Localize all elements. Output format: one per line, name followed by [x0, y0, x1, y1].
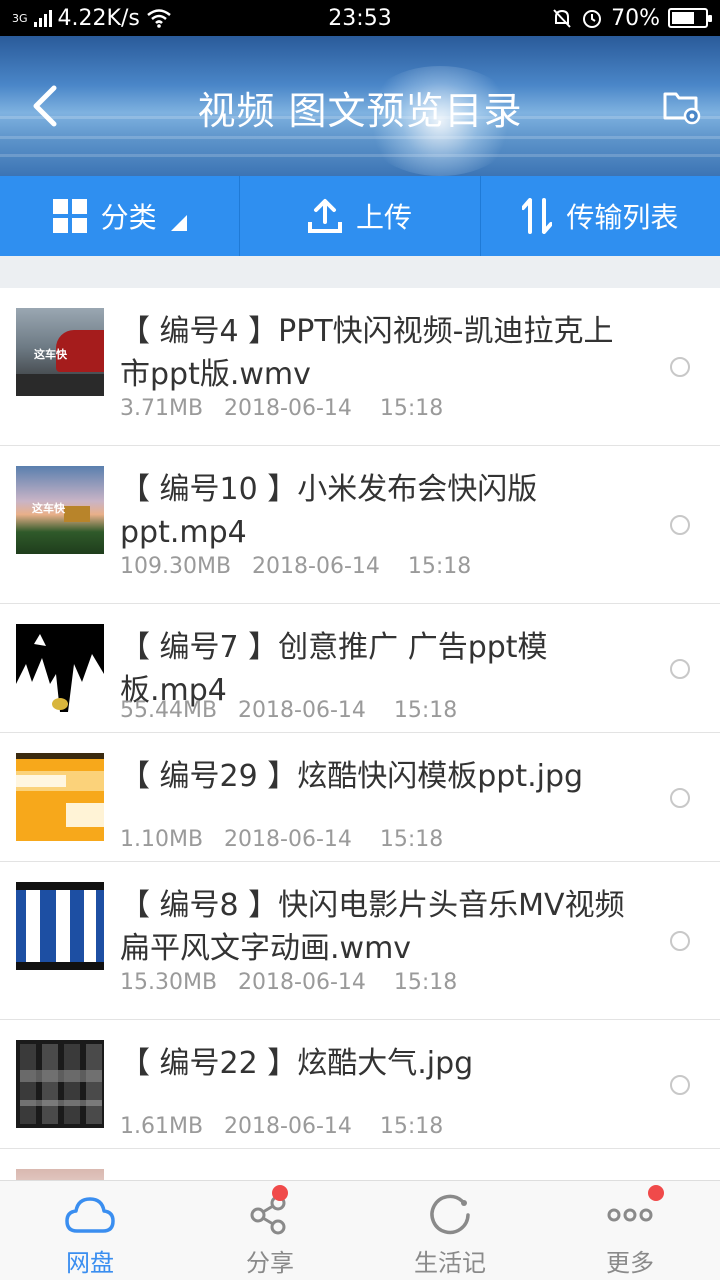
status-bar: 3G 4.22K/s 23:53 70%: [0, 0, 720, 36]
category-button[interactable]: 分类: [0, 176, 241, 256]
file-name: 【 编号8 】快闪电影片头音乐MV视频扁平风文字动画.wmv: [120, 888, 625, 966]
file-row[interactable]: 【 编号8 】快闪电影片头音乐MV视频扁平风文字动画.wmv 15.30MB 2…: [0, 862, 720, 1020]
file-meta: 1.61MB 2018-06-14 15:18: [120, 1114, 443, 1139]
file-size: 1.10MB: [120, 827, 204, 852]
nav-cloud-disk[interactable]: 网盘: [0, 1181, 180, 1280]
select-radio[interactable]: [670, 659, 690, 679]
file-thumbnail: 这车快: [16, 466, 104, 554]
upload-icon: [307, 199, 342, 233]
notification-badge: [648, 1185, 664, 1201]
file-row[interactable]: 这车快 【 编号4 】PPT快闪视频-凯迪拉克上市ppt版.wmv 3.71MB…: [0, 288, 720, 446]
file-date: 2018-06-14: [224, 396, 352, 421]
network-type: 3G: [12, 11, 28, 25]
select-radio[interactable]: [670, 357, 690, 377]
file-thumbnail: [16, 1040, 104, 1128]
file-meta: 55.44MB 2018-06-14 15:18: [120, 698, 457, 723]
file-time: 15:18: [393, 698, 458, 723]
file-thumbnail: [16, 1169, 104, 1180]
file-time: 15:18: [379, 1114, 444, 1139]
nav-label: 网盘: [66, 1249, 114, 1277]
file-row[interactable]: 【 编号22 】炫酷大气.jpg 1.61MB 2018-06-14 15:18: [0, 1020, 720, 1149]
file-row-partial[interactable]: [0, 1149, 720, 1180]
signal-icon: [33, 9, 52, 27]
file-meta: 15.30MB 2018-06-14 15:18: [120, 970, 457, 995]
toolbar: 分类 上传 传输列表: [0, 176, 720, 256]
file-time: 15:18: [393, 970, 458, 995]
file-meta: 1.10MB 2018-06-14 15:18: [120, 827, 443, 852]
nav-life-record[interactable]: 生活记: [360, 1181, 540, 1280]
cloud-icon: [65, 1197, 115, 1233]
folder-settings-icon[interactable]: [662, 86, 702, 126]
file-thumbnail: [16, 753, 104, 841]
file-size: 15.30MB: [120, 970, 218, 995]
file-size: 3.71MB: [120, 396, 204, 421]
file-row[interactable]: 这车快 【 编号10 】小米发布会快闪版ppt.mp4 109.30MB 201…: [0, 446, 720, 604]
bell-muted-icon: [553, 9, 571, 28]
transfer-label: 传输列表: [566, 201, 679, 234]
alarm-icon: [583, 10, 602, 28]
file-row[interactable]: 【 编号7 】创意推广 广告ppt模板.mp4 55.44MB 2018-06-…: [0, 604, 720, 733]
share-icon: [250, 1195, 286, 1235]
file-meta: 3.71MB 2018-06-14 15:18: [120, 396, 443, 421]
file-size: 109.30MB: [120, 554, 232, 579]
select-radio[interactable]: [670, 515, 690, 535]
file-name: 【 编号22 】炫酷大气.jpg: [120, 1046, 474, 1081]
nav-label: 分享: [246, 1249, 294, 1277]
category-label: 分类: [100, 201, 157, 234]
file-list: 这车快 【 编号4 】PPT快闪视频-凯迪拉克上市ppt版.wmv 3.71MB…: [0, 288, 720, 1180]
notification-badge: [272, 1185, 288, 1201]
upload-button[interactable]: 上传: [240, 176, 481, 256]
file-time: 15:18: [379, 827, 444, 852]
battery-percent: 70%: [611, 5, 660, 31]
nav-label: 生活记: [414, 1249, 486, 1277]
thumbnail-caption: 这车快: [32, 502, 65, 515]
header: 视频 图文预览目录: [0, 36, 720, 176]
file-date: 2018-06-14: [238, 698, 366, 723]
select-radio[interactable]: [670, 1075, 690, 1095]
separator-strip: [0, 256, 720, 288]
file-name: 【 编号29 】炫酷快闪模板ppt.jpg: [120, 759, 584, 794]
file-date: 2018-06-14: [238, 970, 366, 995]
page-title: 视频 图文预览目录: [197, 89, 523, 133]
file-time: 15:18: [379, 396, 444, 421]
file-thumbnail: 这车快: [16, 308, 104, 396]
transfer-list-button[interactable]: 传输列表: [481, 176, 720, 256]
select-radio[interactable]: [670, 931, 690, 951]
upload-label: 上传: [355, 201, 412, 234]
file-date: 2018-06-14: [224, 827, 352, 852]
file-size: 55.44MB: [120, 698, 218, 723]
network-speed: 4.22K/s: [57, 5, 140, 31]
nav-label: 更多: [606, 1249, 654, 1277]
file-thumbnail: [16, 624, 104, 712]
file-name: 【 编号4 】PPT快闪视频-凯迪拉克上市ppt版.wmv: [120, 314, 614, 392]
grid-icon: [52, 199, 87, 233]
file-date: 2018-06-14: [252, 554, 380, 579]
file-row[interactable]: 【 编号29 】炫酷快闪模板ppt.jpg 1.10MB 2018-06-14 …: [0, 733, 720, 862]
thumbnail-caption: 这车快: [34, 348, 67, 361]
file-time: 15:18: [407, 554, 472, 579]
wifi-icon: [147, 9, 171, 28]
more-dots-icon: [607, 1208, 653, 1222]
transfer-arrows-icon: [522, 198, 553, 234]
file-thumbnail: [16, 882, 104, 970]
life-record-icon: [430, 1194, 470, 1235]
nav-share[interactable]: 分享: [180, 1181, 360, 1280]
select-radio[interactable]: [670, 788, 690, 808]
file-date: 2018-06-14: [224, 1114, 352, 1139]
nav-more[interactable]: 更多: [540, 1181, 720, 1280]
file-meta: 109.30MB 2018-06-14 15:18: [120, 554, 471, 579]
battery-icon: [668, 8, 712, 28]
file-size: 1.61MB: [120, 1114, 204, 1139]
bottom-nav: 网盘 分享 生活记 更多: [0, 1180, 720, 1280]
dropdown-triangle-icon: [170, 215, 187, 231]
file-name: 【 编号10 】小米发布会快闪版ppt.mp4: [120, 472, 538, 550]
